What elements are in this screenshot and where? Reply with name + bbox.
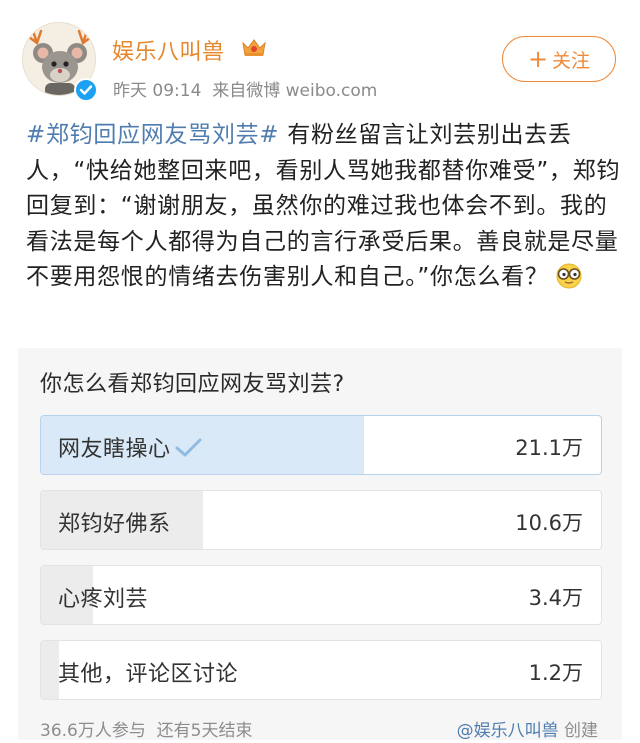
poll-participants: 36.6万人参与 — [40, 721, 146, 741]
poll-option-label: 心疼刘芸 — [58, 587, 149, 612]
poll-option-count: 3.4万 — [528, 586, 583, 610]
poll-creator: @娱乐八叫兽 创建 — [457, 716, 598, 741]
poll-option-2[interactable]: 郑钧好佛系 10.6万 — [40, 490, 602, 550]
check-icon — [175, 438, 202, 457]
poll-option-count: 1.2万 — [528, 661, 583, 685]
poll-creator-link[interactable]: @娱乐八叫兽 — [457, 721, 559, 741]
poll-option-label: 网友瞎操心 — [58, 431, 203, 463]
poll-option-count: 10.6万 — [515, 511, 583, 535]
plus-icon: + — [527, 45, 549, 73]
glasses-emoji-icon — [556, 263, 582, 289]
crown-icon — [242, 39, 266, 56]
poll-card: 你怎么看郑钧回应网友骂刘芸? 网友瞎操心 21.1万 郑钧好佛系 10.6万 心… — [18, 348, 622, 741]
poll-option-4[interactable]: 其他，评论区讨论 1.2万 — [40, 640, 602, 700]
username[interactable]: 娱乐八叫兽 — [112, 34, 225, 66]
hashtag-link[interactable]: #郑钧回应网友骂刘芸# — [26, 122, 279, 148]
poll-option-bar — [41, 641, 60, 699]
poll-option-1[interactable]: 网友瞎操心 21.1万 — [40, 415, 602, 475]
poll-stats: 36.6万人参与 还有5天结束 — [40, 716, 253, 741]
follow-label: 关注 — [552, 49, 591, 72]
follow-button[interactable]: + 关注 — [502, 36, 616, 82]
poll-option-label: 其他，评论区讨论 — [58, 662, 239, 687]
verified-badge-icon — [74, 78, 98, 102]
poll-option-label: 郑钧好佛系 — [58, 512, 171, 537]
post-source[interactable]: 来自微博 weibo.com — [212, 81, 377, 101]
poll-remaining: 还有5天结束 — [156, 721, 253, 741]
post-body: #郑钧回应网友骂刘芸# 有粉丝留言让刘芸别出去丢人，“快给她整回来吧，看别人骂她… — [26, 118, 626, 296]
poll-option-3[interactable]: 心疼刘芸 3.4万 — [40, 565, 602, 625]
post-time: 昨天 09:14 — [113, 81, 202, 101]
post-meta: 昨天 09:14 来自微博 weibo.com — [113, 76, 377, 101]
poll-option-count: 21.1万 — [515, 436, 583, 460]
poll-creator-suffix: 创建 — [564, 721, 598, 741]
poll-question: 你怎么看郑钧回应网友骂刘芸? — [40, 372, 345, 397]
